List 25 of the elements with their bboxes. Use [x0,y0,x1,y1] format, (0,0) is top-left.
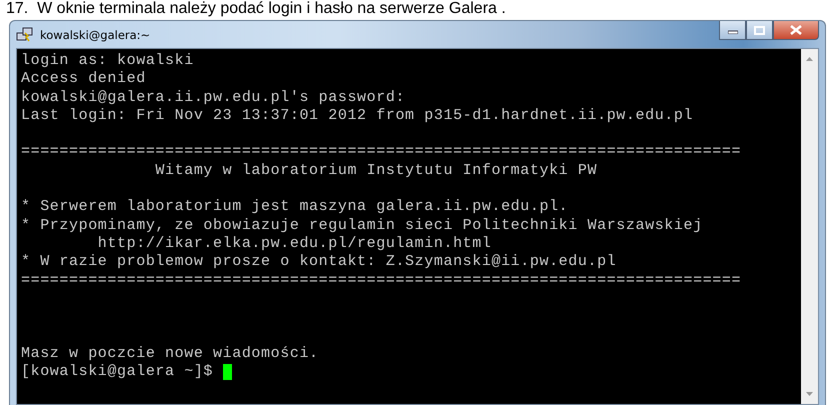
up-arrow-icon [806,57,813,61]
terminal-line: kowalski@galera.ii.pw.edu.pl's password: [21,88,406,107]
close-button[interactable] [773,21,819,40]
cursor [222,364,232,380]
instruction-text: 17. W oknie terminala należy podać login i hasło na serwerze Galera . [5,0,507,18]
terminal-line: * Serwerem laboratorium jest maszyna galera.ii.pw.edu.pl. [21,198,570,217]
window-title: kowalski@galera:~ [40,28,150,42]
terminal-line: Witamy w laboratorium Instytutu Informatyki PW [154,162,598,180]
scrollbar[interactable] [801,49,818,404]
down-arrow-icon [806,392,813,396]
maximize-button[interactable] [746,21,773,40]
minimize-button[interactable] [719,21,746,40]
maximize-icon [754,26,765,34]
computers-icon [16,26,34,42]
terminal-line: http://ikar.elka.pw.edu.pl/regulamin.html [96,234,492,254]
terminal-line: * Przypominamy, ze obowiazuje regulamin sieci Politechniki Warszawskiej [21,216,704,235]
terminal-line: Last login: Fri Nov 23 13:37:01 2012 from p315-d1.hardnet.ii.pw.edu.pl [21,106,694,126]
terminal-line: login as: kowalski [21,52,195,70]
terminal-line: Access denied [21,70,147,89]
close-icon [790,25,802,35]
shell-prompt: [kowalski@galera ~]$ [21,363,214,382]
terminal-line: Masz w poczcie nowe wiadomości. [21,344,320,364]
terminal-line: =========================================================================== [21,272,742,290]
terminal-line: =========================================================================== [21,143,742,162]
terminal-line: * W razie problemow prosze o kontakt: Z.Szymanski@ii.pw.edu.pl [21,253,618,272]
